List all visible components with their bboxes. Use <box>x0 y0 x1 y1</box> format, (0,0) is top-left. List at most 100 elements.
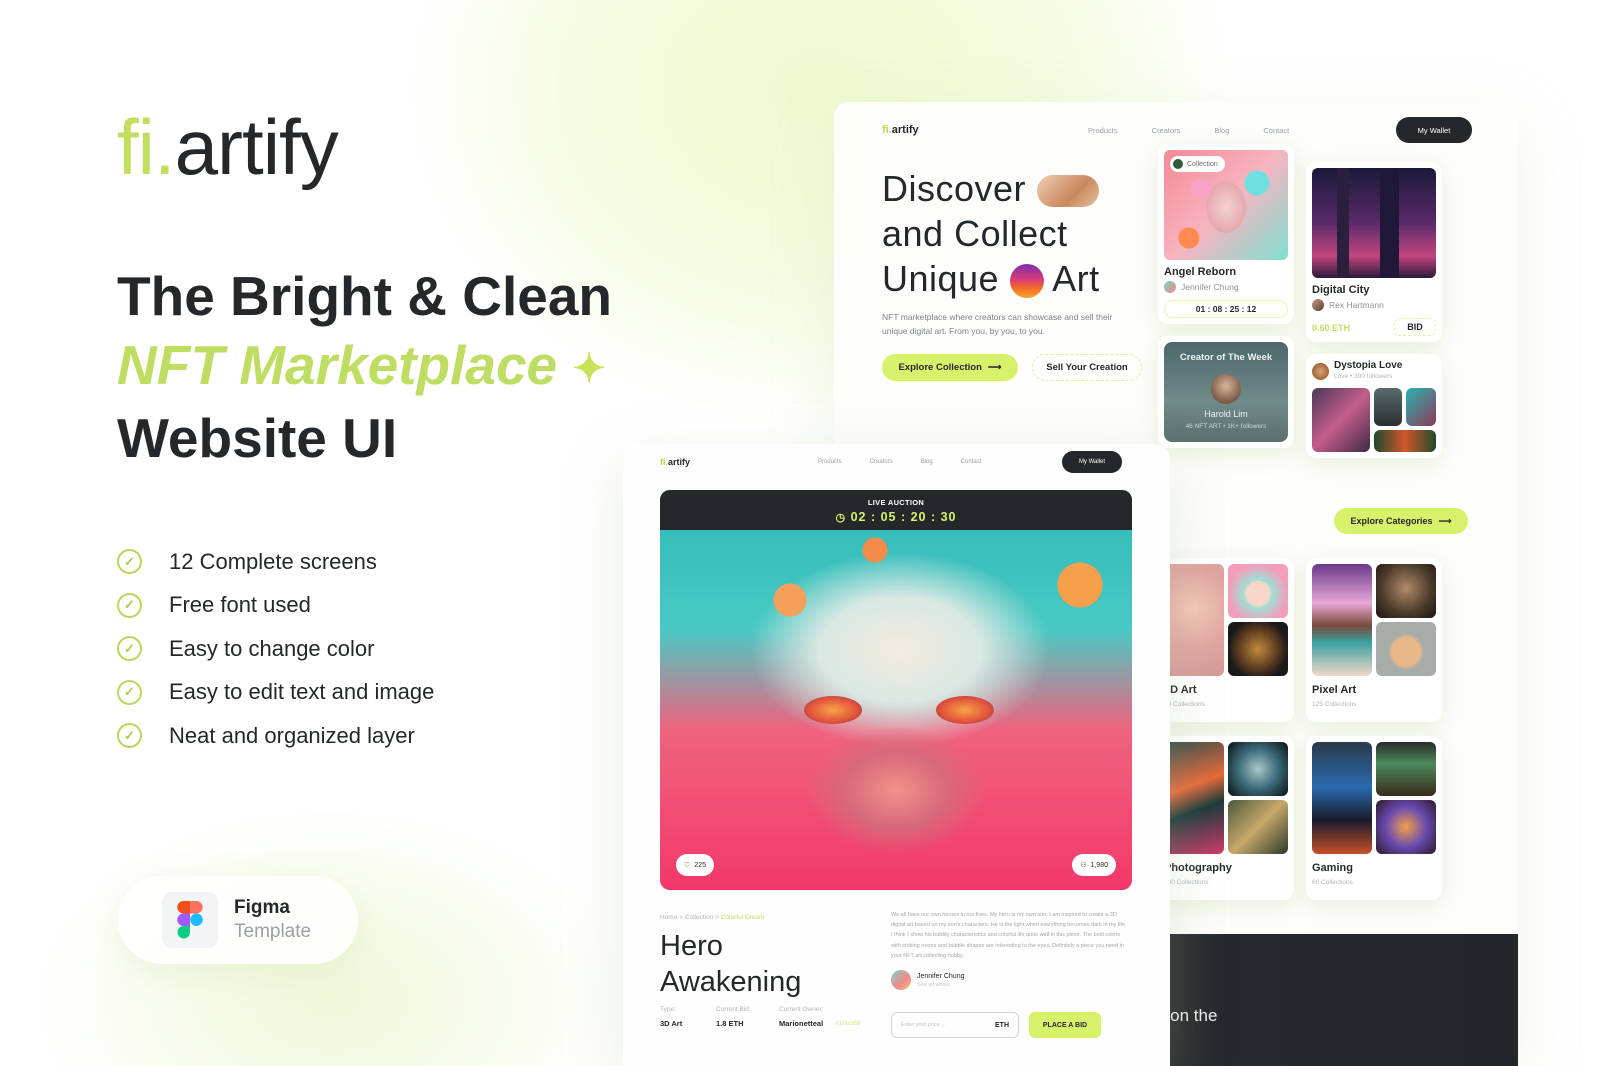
category-card-photography[interactable]: Photography 140 Collections <box>1158 736 1294 900</box>
category-card-gaming[interactable]: Gaming 60 Collections <box>1306 736 1442 900</box>
current-bid-label: Current Bid: <box>716 1006 751 1013</box>
collection-avatar <box>1312 363 1329 380</box>
bid-button[interactable]: BID <box>1394 318 1436 336</box>
nav-creators[interactable]: Creators <box>870 459 893 465</box>
home-navbar: fi.artify Products Creators Blog Contact… <box>882 112 1472 148</box>
feature-item: ✓ Easy to change color <box>117 627 434 671</box>
nav-creators[interactable]: Creators <box>1152 126 1181 135</box>
home-logo[interactable]: fi.artify <box>882 124 919 136</box>
place-bid-button[interactable]: PLACE A BID <box>1029 1012 1101 1038</box>
detail-logo[interactable]: fi.artify <box>660 457 690 467</box>
category-count: 50 Collections <box>1164 701 1205 708</box>
feature-item: ✓ Free font used <box>117 584 434 628</box>
owner-tag: #10oo68 <box>835 1020 861 1027</box>
nav-contact[interactable]: Contact <box>1263 126 1289 135</box>
heart-icon: ♡ <box>684 862 691 869</box>
artwork-eye-right <box>936 696 994 724</box>
category-image <box>1164 564 1224 676</box>
type-value: 3D Art <box>660 1019 683 1028</box>
creator-stats: 46 NFT ART • 1K+ followers <box>1185 423 1267 430</box>
creator-name: Jennifer Chung <box>917 972 965 980</box>
headline-line-3: Website UI <box>117 406 398 469</box>
arrow-right-icon: ⟶ <box>1438 515 1452 526</box>
see-all-works-link[interactable]: See all works <box>917 982 964 988</box>
nft-title: Angel Reborn <box>1164 266 1237 278</box>
category-image <box>1228 564 1288 618</box>
user-icon: ⚇ <box>1080 862 1087 869</box>
sell-creation-button[interactable]: Sell Your Creation <box>1032 354 1142 381</box>
bid-price-input[interactable]: Enter your price ... ETH <box>891 1012 1019 1038</box>
headline-line-2: NFT Marketplace <box>117 334 558 396</box>
collection-image-4 <box>1374 430 1436 452</box>
category-count: 140 Collections <box>1164 879 1209 886</box>
category-count: 125 Collections <box>1312 701 1357 708</box>
auction-timer: 01 : 08 : 25 : 12 <box>1164 300 1288 318</box>
category-card-3d-art[interactable]: 3D Art 50 Collections <box>1158 558 1294 722</box>
category-name: Photography <box>1164 862 1232 874</box>
category-image <box>1312 564 1372 676</box>
breadcrumb-collection[interactable]: Collection <box>685 914 714 921</box>
collection-avatar-icon <box>1173 159 1183 169</box>
breadcrumb: Home > Collection > Colorful Dream <box>660 914 765 921</box>
headline: The Bright & Clean NFT Marketplace ✦ Web… <box>117 262 612 473</box>
nav-blog[interactable]: Blog <box>921 459 933 465</box>
explore-collection-button[interactable]: Explore Collection ⟶ <box>882 354 1018 381</box>
check-circle-icon: ✓ <box>117 723 142 749</box>
creator-avatar <box>1312 299 1324 311</box>
current-owner-value[interactable]: Marionetteal <box>779 1019 823 1028</box>
creator-avatar <box>891 970 911 990</box>
category-image <box>1228 622 1288 676</box>
nav-contact[interactable]: Contact <box>961 459 982 465</box>
hero-title: Discover and Collect Unique Art <box>882 166 1100 301</box>
category-image <box>1312 742 1372 854</box>
nav-products[interactable]: Products <box>1088 126 1118 135</box>
feature-label: 12 Complete screens <box>169 548 377 574</box>
brand-name: artify <box>174 103 339 191</box>
nav-products[interactable]: Products <box>818 459 842 465</box>
views-badge: ⚇ 1,980 <box>1072 854 1116 876</box>
category-card-pixel-art[interactable]: Pixel Art 125 Collections <box>1306 558 1442 722</box>
feature-item: ✓ Neat and organized layer <box>117 714 434 758</box>
currency-label: ETH <box>995 1021 1009 1029</box>
figma-template-badge: Figma Template <box>118 876 358 964</box>
hero-inline-image <box>1036 175 1099 208</box>
current-owner-label: Current Owner: <box>779 1006 824 1013</box>
nft-card-digital-city[interactable]: Digital City Rex Hartmann 0.60 ETH BID <box>1306 162 1442 342</box>
nft-creator: Jennifer Chung <box>1164 281 1239 293</box>
live-auction-bar: LIVE AUCTION ◷ 02 : 05 : 20 : 30 <box>660 490 1132 530</box>
hero-word-art: Art <box>1052 258 1100 299</box>
creator-of-week-card[interactable]: Creator of The Week Harold Lim 46 NFT AR… <box>1158 336 1294 448</box>
collection-tag: Collection <box>1170 156 1225 172</box>
my-wallet-button[interactable]: My Wallet <box>1396 117 1472 143</box>
arrow-right-icon: ⟶ <box>987 362 1002 373</box>
nft-detail-title: Hero Awakening <box>660 930 802 998</box>
creator-week-heading: Creator of The Week <box>1179 352 1273 363</box>
check-circle-icon: ✓ <box>117 592 142 618</box>
nft-card-angel-reborn[interactable]: Collection Angel Reborn Jennifer Chung 0… <box>1158 144 1294 324</box>
likes-badge[interactable]: ♡ 225 <box>676 854 714 876</box>
detail-screen-preview: fi.artify Products Creators Blog Contact… <box>623 444 1170 1066</box>
nav-blog[interactable]: Blog <box>1214 126 1229 135</box>
creator-name: Harold Lim <box>1204 409 1248 419</box>
hero-word-discover: Discover <box>882 168 1027 209</box>
check-circle-icon: ✓ <box>117 549 142 575</box>
collection-image-1 <box>1312 388 1370 452</box>
explore-categories-button[interactable]: Explore Categories ⟶ <box>1334 508 1468 534</box>
creator-avatar <box>1211 374 1241 404</box>
feature-label: Easy to edit text and image <box>169 679 435 705</box>
nft-creator: Rex Hartmann <box>1312 299 1384 311</box>
category-image <box>1376 622 1436 676</box>
headline-line-1: The Bright & Clean <box>117 265 613 327</box>
creator-info[interactable]: Jennifer Chung See all works <box>891 970 964 990</box>
nft-image <box>1312 168 1436 278</box>
hero-description: NFT marketplace where creators can showc… <box>882 312 1113 336</box>
feature-label: Neat and organized layer <box>169 722 415 748</box>
artwork-eye-left <box>804 696 862 724</box>
feature-label: Easy to change color <box>169 635 375 661</box>
live-auction-label: LIVE AUCTION <box>867 498 925 507</box>
breadcrumb-home[interactable]: Home <box>660 914 677 921</box>
category-image <box>1228 742 1288 796</box>
collection-card-dystopia-love[interactable]: Dystopia Love Love • 300 followers <box>1306 354 1442 458</box>
category-name: Pixel Art <box>1312 684 1357 696</box>
my-wallet-button[interactable]: My Wallet <box>1062 451 1122 473</box>
